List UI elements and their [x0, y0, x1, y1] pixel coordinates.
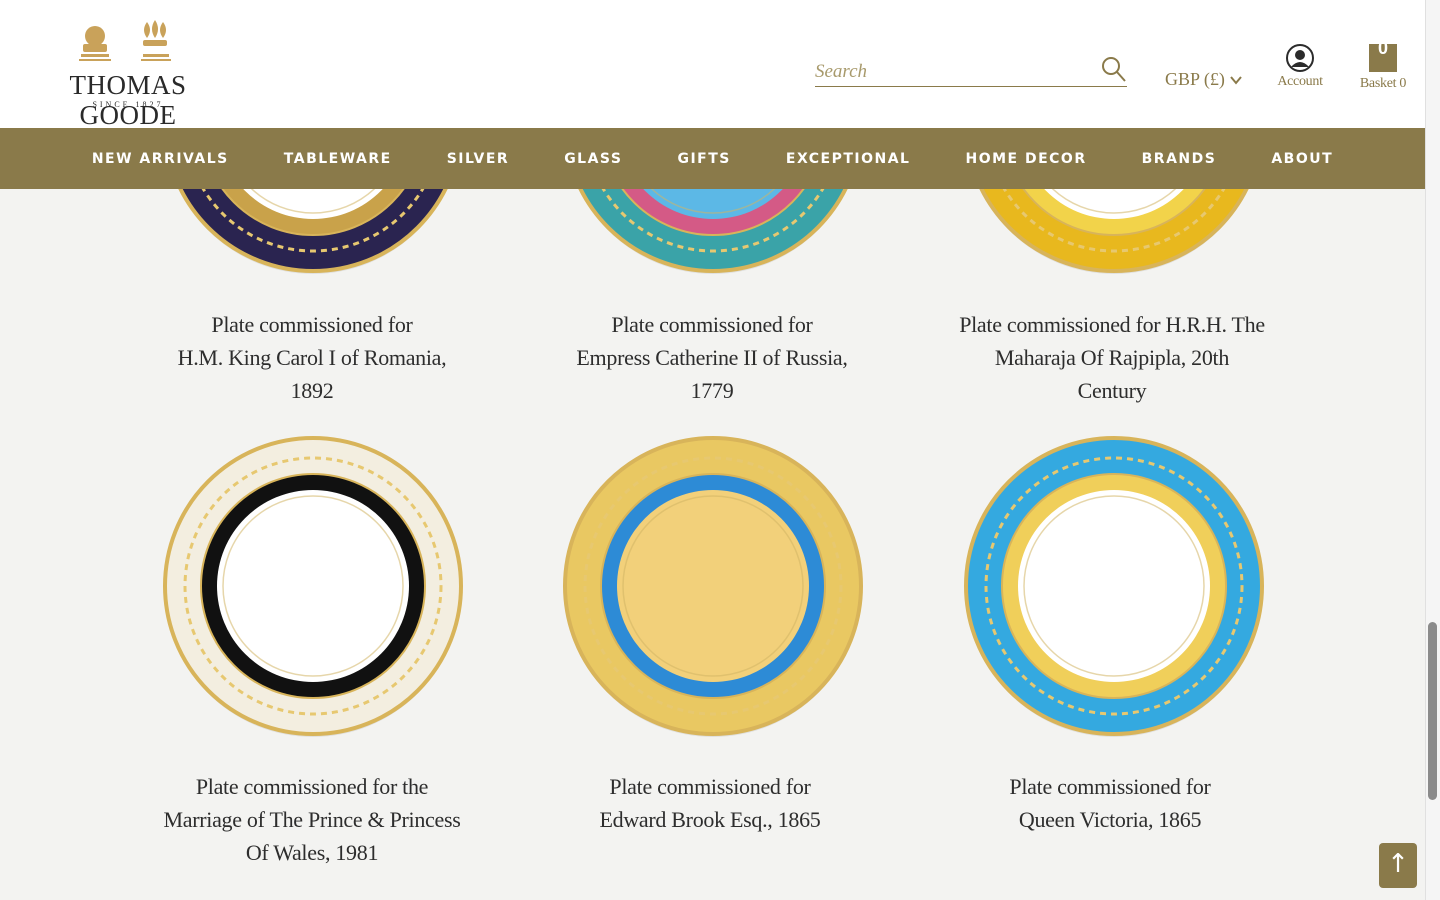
product-title-line: Queen Victoria, 1865	[1018, 807, 1202, 832]
plate-well	[617, 490, 809, 682]
product-title[interactable]: Plate commissioned for H.M. King Carol I…	[152, 308, 472, 407]
product-title-line: 1779	[690, 378, 734, 403]
currency-selector[interactable]: GBP (£)	[1165, 69, 1243, 90]
nav-item-brands[interactable]: BRANDS	[1114, 151, 1244, 167]
product-title-line: Plate commissioned for H.R.H. The	[959, 312, 1265, 337]
search-icon[interactable]	[1101, 56, 1127, 84]
nav-item-exceptional[interactable]: EXCEPTIONAL	[758, 151, 938, 167]
nav-item-about[interactable]: ABOUT	[1244, 151, 1361, 167]
product-title-line: Empress Catherine II of Russia,	[576, 345, 848, 370]
account-label: Account	[1277, 74, 1323, 89]
product-title-line: Plate commissioned for	[609, 774, 811, 799]
product-title-line: Century	[1077, 378, 1147, 403]
product-image[interactable]	[562, 189, 864, 274]
product-title-line: Plate commissioned for	[211, 312, 413, 337]
nav-item-tableware[interactable]: TABLEWARE	[256, 151, 419, 167]
account-link[interactable]: Account	[1276, 44, 1324, 90]
product-title-line: Plate commissioned for	[1009, 774, 1211, 799]
basket-icon: 0	[1369, 38, 1397, 72]
nav-item-gifts[interactable]: GIFTS	[650, 151, 758, 167]
account-icon	[1286, 44, 1314, 72]
product-image[interactable]	[963, 189, 1265, 274]
product-title-line: Marriage of The Prince & Princess	[163, 807, 461, 832]
product-title-line: Plate commissioned for the	[195, 774, 429, 799]
product-title-line: Maharaja Of Rajpipla, 20th	[994, 345, 1230, 370]
product-image[interactable]	[162, 189, 464, 274]
basket-count: 0	[1377, 38, 1388, 58]
product-title[interactable]: Plate commissioned for the Marriage of T…	[152, 770, 472, 869]
royal-warrant-crests-icon	[79, 20, 171, 61]
basket-label: Basket 0	[1359, 76, 1407, 91]
product-title-line: 1892	[290, 378, 334, 403]
currency-label: GBP (£)	[1165, 69, 1225, 89]
nav-item-glass[interactable]: GLASS	[537, 151, 650, 167]
main-nav: NEW ARRIVALS TABLEWARE SILVER GLASS GIFT…	[0, 128, 1425, 189]
nav-item-home-decor[interactable]: HOME DECOR	[938, 151, 1114, 167]
product-title[interactable]: Plate commissioned for Queen Victoria, 1…	[950, 770, 1270, 836]
brand-since: SINCE 1827	[92, 100, 164, 109]
product-title[interactable]: Plate commissioned for H.R.H. The Mahara…	[952, 308, 1272, 407]
plate-well	[217, 490, 409, 682]
nav-item-silver[interactable]: SILVER	[419, 151, 536, 167]
product-title[interactable]: Plate commissioned for Empress Catherine…	[552, 308, 872, 407]
search-bar	[815, 56, 1127, 87]
basket-link[interactable]: 0 Basket 0	[1358, 38, 1408, 92]
back-to-top-button[interactable]: ↑	[1379, 843, 1417, 888]
product-grid: Plate commissioned for H.M. King Carol I…	[0, 189, 1425, 900]
product-image[interactable]	[162, 435, 464, 737]
product-title-line: Of Wales, 1981	[245, 840, 379, 865]
product-title[interactable]: Plate commissioned for Edward Brook Esq.…	[550, 770, 870, 836]
product-image[interactable]	[963, 435, 1265, 737]
scrollbar-thumb[interactable]	[1428, 622, 1437, 800]
plate-well	[1018, 490, 1210, 682]
arrow-up-icon: ↑	[1387, 849, 1409, 879]
product-image[interactable]	[562, 435, 864, 737]
site-header: THOMAS GOODE SINCE 1827 GBP (£) Account …	[0, 0, 1425, 130]
nav-item-new-arrivals[interactable]: NEW ARRIVALS	[64, 151, 256, 167]
search-input[interactable]	[815, 60, 1085, 84]
chevron-down-icon	[1230, 75, 1242, 85]
brand-logo[interactable]: THOMAS GOODE SINCE 1827	[20, 18, 236, 130]
product-title-line: Plate commissioned for	[611, 312, 813, 337]
product-title-line: Edward Brook Esq., 1865	[599, 807, 821, 832]
product-title-line: H.M. King Carol I of Romania,	[177, 345, 447, 370]
